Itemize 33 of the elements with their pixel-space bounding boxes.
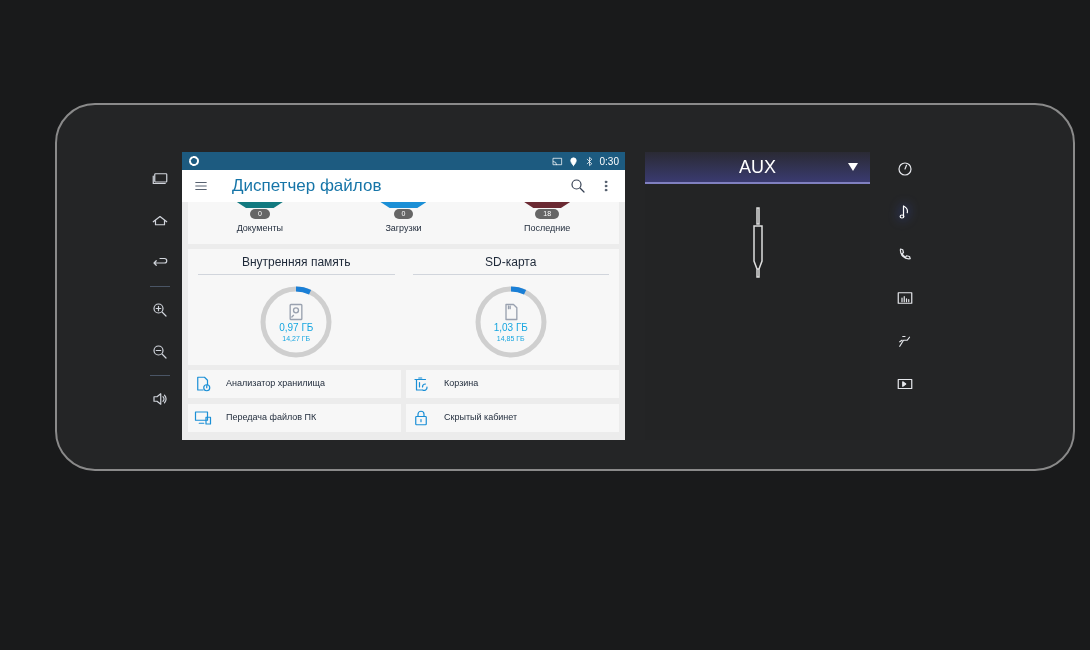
- app-logo-icon: [188, 155, 200, 167]
- app-title: Диспетчер файлов: [232, 175, 383, 198]
- zoom-in-icon[interactable]: [150, 301, 169, 319]
- storage-title: SD-карта: [485, 254, 537, 271]
- clock: 0:30: [599, 154, 619, 169]
- dropdown-caret-icon[interactable]: [848, 163, 858, 171]
- sd-card-chart-icon: [194, 375, 212, 393]
- trash-icon: [412, 375, 430, 393]
- category-label: Загрузки: [385, 222, 422, 235]
- bar-chart-icon[interactable]: [896, 289, 914, 307]
- used-space: 0,97 ГБ: [279, 321, 314, 334]
- tool-label: Корзина: [444, 377, 479, 391]
- storage-title: Внутренняя память: [241, 254, 351, 271]
- tool-label: Передача файлов ПК: [226, 411, 317, 425]
- cast-icon: [551, 155, 563, 167]
- menu-icon[interactable]: [194, 179, 208, 193]
- tool-item[interactable]: Анализатор хранилища: [188, 370, 401, 398]
- monitor-phone-icon: [194, 409, 212, 427]
- used-space: 1,03 ГБ: [493, 321, 528, 334]
- search-icon[interactable]: [569, 177, 587, 195]
- zoom-out-icon[interactable]: [150, 343, 169, 361]
- location-icon: [567, 155, 579, 167]
- lock-icon: [412, 409, 430, 427]
- tool-label: Анализатор хранилища: [226, 377, 325, 391]
- category-label: Последние: [524, 222, 571, 235]
- tool-item[interactable]: Скрытый кабинет: [406, 404, 619, 432]
- tool-label: Скрытый кабинет: [444, 411, 518, 425]
- speaker-icon[interactable]: [150, 390, 169, 408]
- tool-item[interactable]: Корзина: [406, 370, 619, 398]
- source-label: AUX: [739, 155, 776, 179]
- gauge-icon[interactable]: [896, 160, 914, 178]
- tool-item[interactable]: Передача файлов ПК: [188, 404, 401, 432]
- category-label: Документы: [236, 222, 284, 235]
